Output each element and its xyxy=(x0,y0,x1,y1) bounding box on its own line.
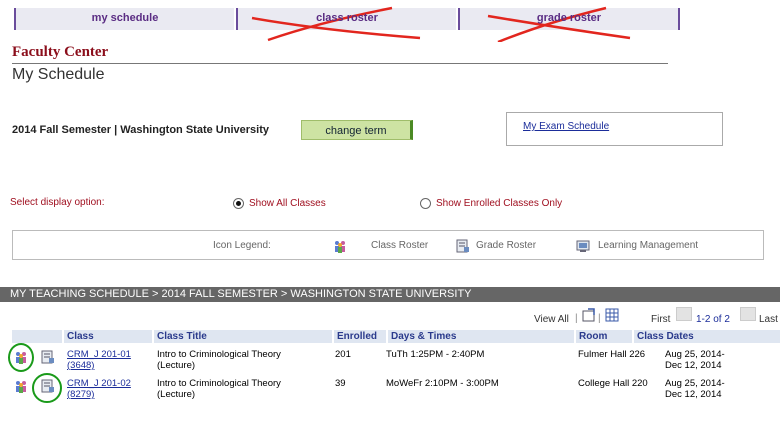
faculty-center-title: Faculty Center xyxy=(12,44,109,60)
column-header-room: Room xyxy=(576,330,632,343)
page-range: 1-2 of 2 xyxy=(696,314,730,325)
first-link: First xyxy=(651,314,671,325)
enrolled-cell: 39 xyxy=(335,378,346,389)
legend-title: Icon Legend: xyxy=(213,240,271,251)
view-all-link[interactable]: View All xyxy=(534,314,569,325)
class-component: (Lecture) xyxy=(157,389,196,400)
title-cell: Intro to Criminological Theory (Lecture) xyxy=(157,349,281,371)
prev-arrow-icon xyxy=(676,307,692,321)
next-arrow-icon xyxy=(740,307,756,321)
grid-navigation: View All | | First 1-2 of 2 Last xyxy=(0,304,780,328)
column-header-icons xyxy=(12,330,62,343)
learning-management-icon xyxy=(576,240,590,252)
start-date: Aug 25, 2014- xyxy=(665,349,725,360)
exam-schedule-box: My Exam Schedule xyxy=(506,112,723,146)
class-cell: CRM_J 201-02 (8279) xyxy=(67,378,131,400)
last-link: Last xyxy=(759,314,778,325)
start-date: Aug 25, 2014- xyxy=(665,378,725,389)
legend-label: Class Roster xyxy=(371,240,429,251)
zoom-icon[interactable] xyxy=(582,308,596,322)
tab-bar: my schedule class roster grade roster xyxy=(0,0,780,42)
room-cell: Fulmer Hall 226 xyxy=(578,349,646,360)
schedule-header: MY TEACHING SCHEDULE > 2014 FALL SEMESTE… xyxy=(0,287,780,302)
radio-label: Show All Classes xyxy=(249,198,326,209)
legend-label: Learning Management xyxy=(598,240,699,251)
class-title: Intro to Criminological Theory xyxy=(157,349,281,360)
exam-schedule-link[interactable]: My Exam Schedule xyxy=(523,121,609,132)
radio-show-all[interactable] xyxy=(233,198,244,209)
days-times-cell: TuTh 1:25PM - 2:40PM xyxy=(386,349,485,360)
legend-label: Grade Roster xyxy=(476,240,537,251)
strike-annotation xyxy=(251,6,631,42)
grade-roster-icon[interactable] xyxy=(41,350,55,364)
change-term-button[interactable]: change term xyxy=(301,120,413,140)
end-date: Dec 12, 2014 xyxy=(665,360,722,371)
radio-label: Show Enrolled Classes Only xyxy=(436,198,563,209)
class-link[interactable]: CRM_J 201-01 xyxy=(67,349,131,360)
display-option-label: Select display option: xyxy=(10,197,105,208)
icon-legend: Icon Legend: Class Roster Grade Roster L… xyxy=(12,230,764,260)
days-times-cell: MoWeFr 2:10PM - 3:00PM xyxy=(386,378,499,389)
column-header-days-times: Days & Times xyxy=(388,330,574,343)
highlight-circle xyxy=(32,373,62,403)
class-roster-icon xyxy=(335,241,345,253)
class-roster-icon[interactable] xyxy=(14,379,28,393)
grade-roster-icon xyxy=(456,239,469,253)
separator: | xyxy=(598,313,601,324)
term-text: 2014 Fall Semester | Washington State Un… xyxy=(12,124,269,136)
column-header-class: Class xyxy=(64,330,152,343)
class-component: (Lecture) xyxy=(157,360,196,371)
room-cell: College Hall 220 xyxy=(578,378,648,389)
spreadsheet-icon[interactable] xyxy=(605,308,619,322)
class-link[interactable]: CRM_J 201-02 xyxy=(67,378,131,389)
column-header-enrolled: Enrolled xyxy=(334,330,386,343)
column-header-title: Class Title xyxy=(154,330,332,343)
change-term-label: change term xyxy=(325,125,387,137)
enrolled-cell: 201 xyxy=(335,349,351,360)
class-dates-cell: Aug 25, 2014- Dec 12, 2014 xyxy=(665,349,725,371)
class-title: Intro to Criminological Theory xyxy=(157,378,281,389)
end-date: Dec 12, 2014 xyxy=(665,389,722,400)
separator: | xyxy=(575,313,578,324)
class-number-link[interactable]: (8279) xyxy=(67,389,94,400)
tab-label: class roster xyxy=(316,12,378,24)
radio-show-enrolled[interactable] xyxy=(420,198,431,209)
class-cell: CRM_J 201-01 (3648) xyxy=(67,349,131,371)
class-dates-cell: Aug 25, 2014- Dec 12, 2014 xyxy=(665,378,725,400)
column-header-class-dates: Class Dates xyxy=(634,330,780,343)
tab-label: grade roster xyxy=(536,12,602,24)
class-number-link[interactable]: (3648) xyxy=(67,360,94,371)
divider xyxy=(12,63,668,64)
title-cell: Intro to Criminological Theory (Lecture) xyxy=(157,378,281,400)
page-title: My Schedule xyxy=(12,66,105,83)
highlight-circle xyxy=(8,343,34,372)
